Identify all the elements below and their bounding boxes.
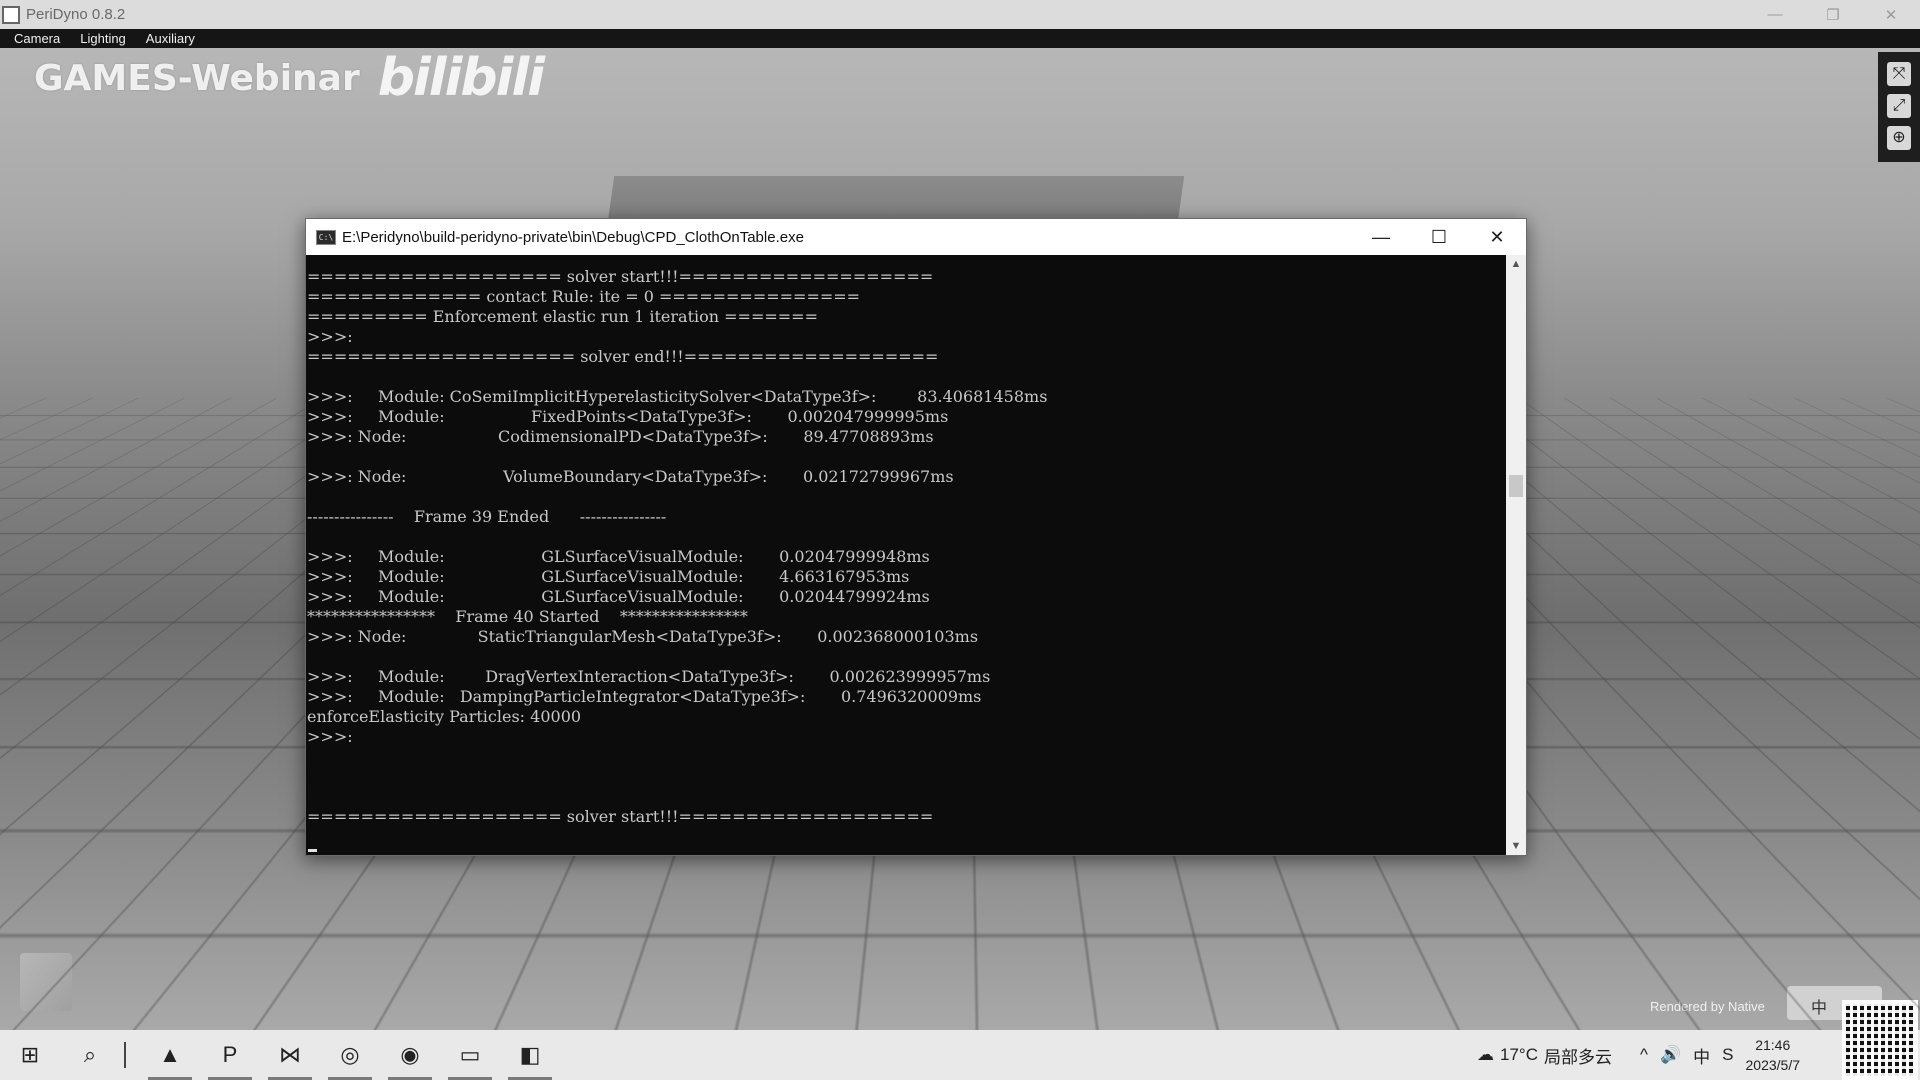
start-button[interactable]: ⊞ [0,1030,60,1080]
orientation-cube[interactable] [20,953,72,1011]
console-line: ---------------- Frame 39 Ended --------… [307,507,667,526]
globe-icon[interactable]: ⊕ [1887,126,1911,150]
console-line: >>>: Module: CoSemiImplicitHyperelastici… [307,387,1048,406]
console-line: **************** Frame 40 Started ******… [307,607,748,626]
scroll-down-icon[interactable]: ▼ [1506,837,1526,855]
app-restore-button[interactable]: ❐ [1804,6,1862,24]
app-visual-studio[interactable]: ⋈ [260,1030,320,1080]
console-line: >>>: Module: DampingParticleIntegrator<D… [307,687,982,706]
text-cursor [308,849,317,852]
console-line: >>>: Module: DragVertexInteraction<DataT… [307,667,991,686]
menu-camera[interactable]: Camera [14,31,60,46]
console-line: =================== solver start!!!=====… [307,807,934,826]
app-icon [2,5,20,24]
app-chrome[interactable]: ◎ [320,1030,380,1080]
weather-widget[interactable]: ☁ 17°C 局部多云 [1477,1043,1612,1068]
console-line: >>>: Node: VolumeBoundary<DataType3f>: 0… [307,467,954,486]
console-line: >>>: [307,327,353,346]
console-line: >>>: Node: CodimensionalPD<DataType3f>: … [307,427,934,446]
app-console[interactable]: ▭ [440,1030,500,1080]
bilibili-logo: bilibili [377,48,545,108]
fullscreen-icon[interactable]: ⤧ [1887,62,1911,86]
console-line: >>>: Node: StaticTriangularMesh<DataType… [307,627,979,646]
console-scrollbar[interactable]: ▲ ▼ [1506,255,1526,855]
app-obs[interactable]: ◉ [380,1030,440,1080]
weather-desc: 局部多云 [1544,1047,1612,1067]
ime-icon[interactable]: 中 [1693,1043,1710,1068]
app-title: PeriDyno 0.8.2 [26,6,126,23]
console-line: >>>: Module: GLSurfaceVisualModule: 4.66… [307,567,910,586]
console-icon: C:\ [316,229,336,245]
console-title: E:\Peridyno\build-peridyno-private\bin\D… [342,228,804,246]
console-line: ============= contact Rule: ite = 0 ====… [307,287,861,306]
console-line: >>>: Module: GLSurfaceVisualModule: 0.02… [307,587,930,606]
scroll-thumb[interactable] [1509,475,1523,497]
taskbar-separator [124,1042,126,1068]
app-peridyno[interactable]: ◧ [500,1030,560,1080]
expand-icon[interactable]: ⤢ [1887,94,1911,118]
console-line: ==================== solver end!!!======… [307,347,939,366]
weather-temp: 17°C [1500,1045,1538,1064]
console-line: =================== solver start!!!=====… [307,267,934,286]
app-titlebar: PeriDyno 0.8.2 — ❐ ✕ [0,0,1920,29]
app-minimize-button[interactable]: — [1746,6,1804,23]
clock-time: 21:46 [1755,1037,1791,1053]
console-minimize-button[interactable]: — [1352,219,1410,255]
clock[interactable]: 21:46 2023/5/7 [1746,1035,1801,1075]
render-label: Rendered by Native [1650,999,1765,1014]
watermark: GAMES-Webinar bilibili [34,48,545,108]
clock-date: 2023/5/7 [1745,1057,1801,1073]
console-line: >>>: Module: FixedPoints<DataType3f>: 0.… [307,407,949,426]
app-autodesk[interactable]: ▲ [140,1030,200,1080]
console-line: >>>: [307,727,353,746]
console-line: >>>: Module: GLSurfaceVisualModule: 0.02… [307,547,930,566]
viewport-toolbar: ⤧ ⤢ ⊕ [1878,52,1920,162]
console-output[interactable]: =================== solver start!!!=====… [306,255,1506,855]
console-titlebar[interactable]: C:\ E:\Peridyno\build-peridyno-private\b… [306,219,1526,255]
console-window[interactable]: C:\ E:\Peridyno\build-peridyno-private\b… [305,218,1527,856]
menu-bar: Camera Lighting Auxiliary [0,29,1920,48]
menu-lighting[interactable]: Lighting [80,31,126,46]
search-button[interactable]: ⌕ [60,1030,120,1080]
watermark-text: GAMES-Webinar [34,57,360,99]
console-close-button[interactable]: ✕ [1468,219,1526,255]
app-close-button[interactable]: ✕ [1862,6,1920,24]
app-powerpoint[interactable]: P [200,1030,260,1080]
scroll-up-icon[interactable]: ▲ [1506,255,1526,273]
taskbar: ⊞ ⌕ ▲ P ⋈ ◎ ◉ ▭ ◧ ☁ 17°C 局部多云 ^ 🔊 中 S 21… [0,1030,1920,1080]
system-tray: ☁ 17°C 局部多云 ^ 🔊 中 S 21:46 2023/5/7 [1477,1035,1800,1075]
weather-icon: ☁ [1477,1045,1495,1064]
tray-expand-icon[interactable]: ^ [1640,1045,1648,1065]
console-line: ========= Enforcement elastic run 1 iter… [307,307,818,326]
volume-icon[interactable]: 🔊 [1660,1045,1681,1065]
qr-code [1842,1000,1918,1080]
console-body: =================== solver start!!!=====… [306,255,1526,855]
console-line: enforceElasticity Particles: 40000 [307,707,582,726]
sogou-icon[interactable]: S [1722,1045,1733,1065]
console-maximize-button[interactable]: ☐ [1410,219,1468,255]
menu-auxiliary[interactable]: Auxiliary [146,31,195,46]
